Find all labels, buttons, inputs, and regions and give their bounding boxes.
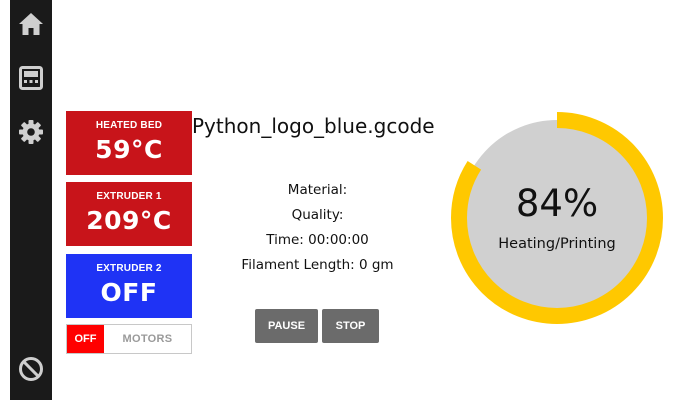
heated-bed-label: HEATED BED xyxy=(95,120,163,131)
extruder-2-temperature: OFF xyxy=(100,278,158,307)
time-text: Time: 00:00:00 xyxy=(266,232,369,248)
quality-text: Quality: xyxy=(291,207,344,223)
display-icon xyxy=(19,66,43,90)
extruder-1-label: EXTRUDER 1 xyxy=(96,191,162,202)
extruder-2-card[interactable]: EXTRUDER 2 OFF xyxy=(66,254,192,318)
cancel-icon xyxy=(19,357,43,381)
extruder-1-card[interactable]: EXTRUDER 1 209°C xyxy=(66,182,192,246)
stop-button[interactable]: STOP xyxy=(322,309,379,343)
home-icon xyxy=(19,13,43,35)
sidebar xyxy=(10,0,52,400)
home-button[interactable] xyxy=(10,3,52,45)
job-info: Material: Quality: Time: 00:00:00 Filame… xyxy=(210,178,425,278)
motors-label: MOTORS xyxy=(122,333,173,345)
motors-state: OFF xyxy=(67,325,104,353)
progress-indicator: 84% Heating/Printing xyxy=(449,110,665,326)
progress-percent: 84% xyxy=(515,182,599,225)
extruder-1-temperature: 209°C xyxy=(86,206,172,235)
motors-toggle[interactable]: OFF MOTORS xyxy=(66,324,192,354)
pause-button[interactable]: PAUSE xyxy=(255,309,318,343)
job-filename: Python_logo_blue.gcode xyxy=(192,114,435,138)
extruder-2-label: EXTRUDER 2 xyxy=(96,263,162,274)
settings-button[interactable] xyxy=(10,111,52,153)
filament-length-text: Filament Length: 0 gm xyxy=(241,257,394,273)
gear-icon xyxy=(19,120,43,144)
progress-status: Heating/Printing xyxy=(498,236,616,252)
cancel-button[interactable] xyxy=(10,348,52,390)
heated-bed-temperature: 59°C xyxy=(95,135,163,164)
display-button[interactable] xyxy=(10,57,52,99)
heated-bed-card[interactable]: HEATED BED 59°C xyxy=(66,111,192,175)
material-text: Material: xyxy=(287,182,348,198)
